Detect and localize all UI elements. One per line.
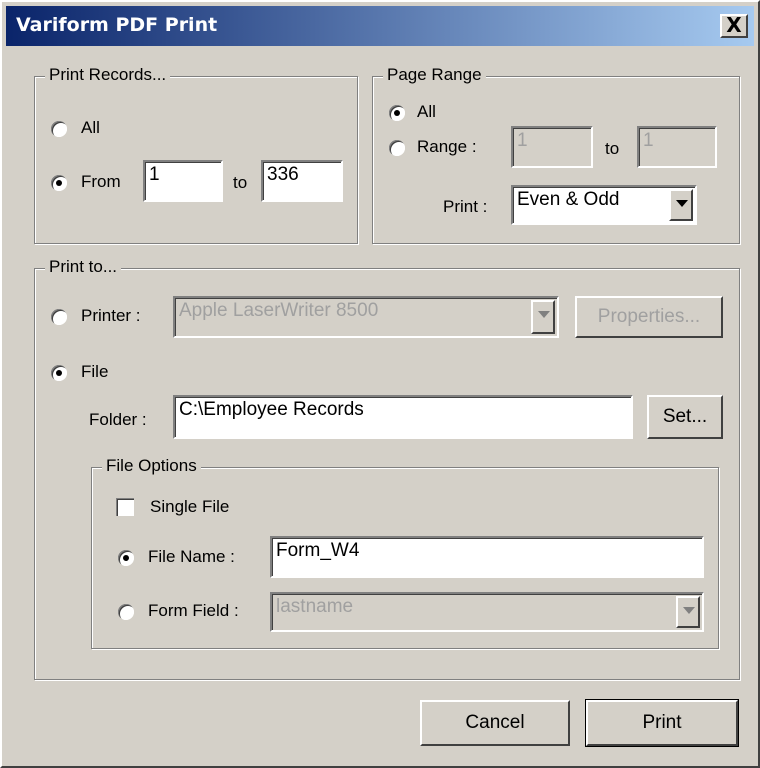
records-from-input[interactable]: 1	[143, 160, 223, 202]
folder-input[interactable]: C:\Employee Records	[173, 395, 633, 439]
page-range-group: Page Range All Range : 1 to 1 Print : Ev…	[372, 65, 740, 244]
range-to-label: to	[605, 139, 620, 158]
printer-label: Printer :	[81, 306, 141, 325]
records-to-label: to	[233, 173, 248, 192]
page-range-legend: Page Range	[383, 65, 486, 85]
records-all-radio[interactable]	[51, 121, 67, 137]
cancel-button[interactable]: Cancel	[420, 700, 570, 746]
print-parity-select[interactable]: Even & Odd	[511, 185, 697, 225]
range-to-input[interactable]: 1	[637, 126, 717, 168]
file-options-legend: File Options	[102, 456, 201, 476]
print-parity-label: Print :	[443, 197, 488, 216]
form-field-radio[interactable]	[118, 604, 134, 620]
records-from-label: From	[81, 172, 121, 191]
printer-select[interactable]: Apple LaserWriter 8500	[173, 296, 559, 338]
file-name-input[interactable]: Form_W4	[270, 536, 704, 578]
chevron-down-icon[interactable]	[676, 596, 700, 628]
single-file-label: Single File	[150, 497, 230, 516]
range-from-input[interactable]: 1	[511, 126, 593, 168]
print-records-legend: Print Records...	[45, 65, 171, 85]
properties-button[interactable]: Properties...	[575, 296, 723, 338]
print-to-group: Print to... Printer : Apple LaserWriter …	[34, 257, 740, 680]
file-label: File	[81, 362, 109, 381]
chevron-down-icon[interactable]	[531, 300, 555, 334]
file-name-radio[interactable]	[118, 550, 134, 566]
title-bar[interactable]: Variform PDF Print X	[6, 6, 754, 46]
print-dialog: Variform PDF Print X Print Records... Al…	[0, 0, 760, 768]
file-name-label: File Name :	[148, 547, 235, 566]
range-custom-radio[interactable]	[389, 140, 405, 156]
print-records-group: Print Records... All From 1 to 336	[34, 65, 358, 244]
printer-value: Apple LaserWriter 8500	[179, 300, 379, 321]
range-custom-label: Range :	[417, 137, 477, 156]
close-button[interactable]: X	[720, 14, 748, 38]
file-options-group: File Options Single File File Name : For…	[91, 456, 719, 649]
records-from-radio[interactable]	[51, 175, 67, 191]
file-radio[interactable]	[51, 365, 67, 381]
print-to-legend: Print to...	[45, 257, 122, 277]
folder-label: Folder :	[89, 410, 147, 429]
set-folder-button[interactable]: Set...	[647, 395, 723, 439]
print-button[interactable]: Print	[585, 699, 739, 747]
range-all-label: All	[417, 102, 436, 121]
form-field-select[interactable]: lastname	[270, 592, 704, 632]
form-field-label: Form Field :	[148, 601, 239, 620]
records-to-input[interactable]: 336	[261, 160, 343, 202]
single-file-checkbox[interactable]	[116, 498, 134, 516]
form-field-value: lastname	[276, 596, 354, 617]
range-all-radio[interactable]	[389, 105, 405, 121]
printer-radio[interactable]	[51, 309, 67, 325]
chevron-down-icon[interactable]	[669, 189, 693, 221]
records-all-label: All	[81, 118, 100, 137]
window-title: Variform PDF Print	[16, 14, 218, 36]
print-parity-value: Even & Odd	[517, 189, 620, 210]
